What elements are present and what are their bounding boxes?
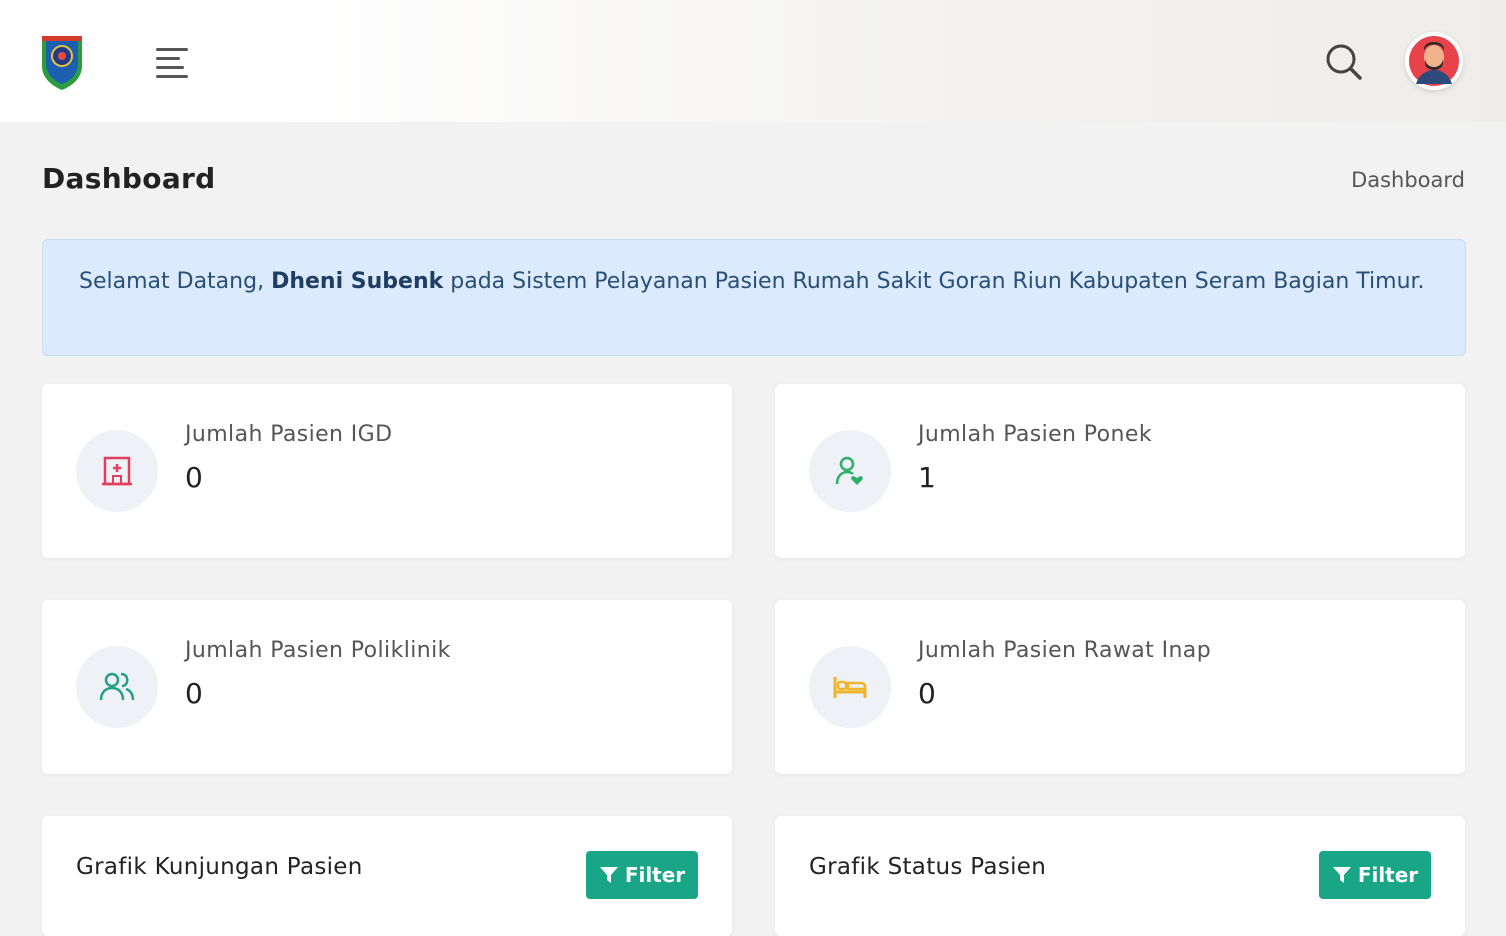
bed-icon — [809, 646, 891, 728]
stat-card-igd: Jumlah Pasien IGD 0 — [42, 384, 732, 558]
hospital-icon — [76, 430, 158, 512]
hamburger-menu-icon[interactable] — [152, 42, 192, 82]
stat-label: Jumlah Pasien Poliklinik — [185, 638, 451, 663]
chart-title: Grafik Kunjungan Pasien — [76, 854, 363, 880]
stat-label: Jumlah Pasien Rawat Inap — [918, 638, 1212, 663]
users-icon — [76, 646, 158, 728]
user-avatar[interactable] — [1405, 32, 1463, 90]
filter-label: Filter — [624, 863, 686, 887]
stat-card-ponek: Jumlah Pasien Ponek 1 — [775, 384, 1465, 558]
breadcrumb[interactable]: Dashboard — [1351, 168, 1465, 192]
filter-button[interactable]: Filter — [586, 851, 698, 899]
regency-crest-logo[interactable] — [38, 32, 86, 92]
welcome-user-name: Dheni Subenk — [271, 269, 444, 294]
welcome-prefix: Selamat Datang, — [79, 269, 272, 294]
stat-card-poliklinik: Jumlah Pasien Poliklinik 0 — [42, 600, 732, 774]
filter-icon — [599, 867, 618, 883]
top-navbar — [0, 0, 1506, 122]
filter-button[interactable]: Filter — [1319, 851, 1431, 899]
search-icon[interactable] — [1322, 40, 1364, 82]
page-title: Dashboard — [42, 162, 216, 195]
welcome-suffix: pada Sistem Pelayanan Pasien Rumah Sakit… — [443, 269, 1425, 294]
stat-value: 0 — [918, 677, 936, 710]
chart-card-status: Grafik Status Pasien Filter — [775, 816, 1465, 936]
stat-value: 1 — [918, 461, 936, 494]
stat-label: Jumlah Pasien Ponek — [918, 422, 1152, 447]
stat-value: 0 — [185, 461, 203, 494]
stat-value: 0 — [185, 677, 203, 710]
filter-icon — [1332, 867, 1351, 883]
user-heart-icon — [809, 430, 891, 512]
welcome-alert: Selamat Datang, Dheni Subenk pada Sistem… — [42, 239, 1466, 356]
filter-label: Filter — [1357, 863, 1419, 887]
stat-label: Jumlah Pasien IGD — [185, 422, 393, 447]
chart-title: Grafik Status Pasien — [809, 854, 1047, 880]
stat-card-rawat-inap: Jumlah Pasien Rawat Inap 0 — [775, 600, 1465, 774]
chart-card-kunjungan: Grafik Kunjungan Pasien Filter — [42, 816, 732, 936]
